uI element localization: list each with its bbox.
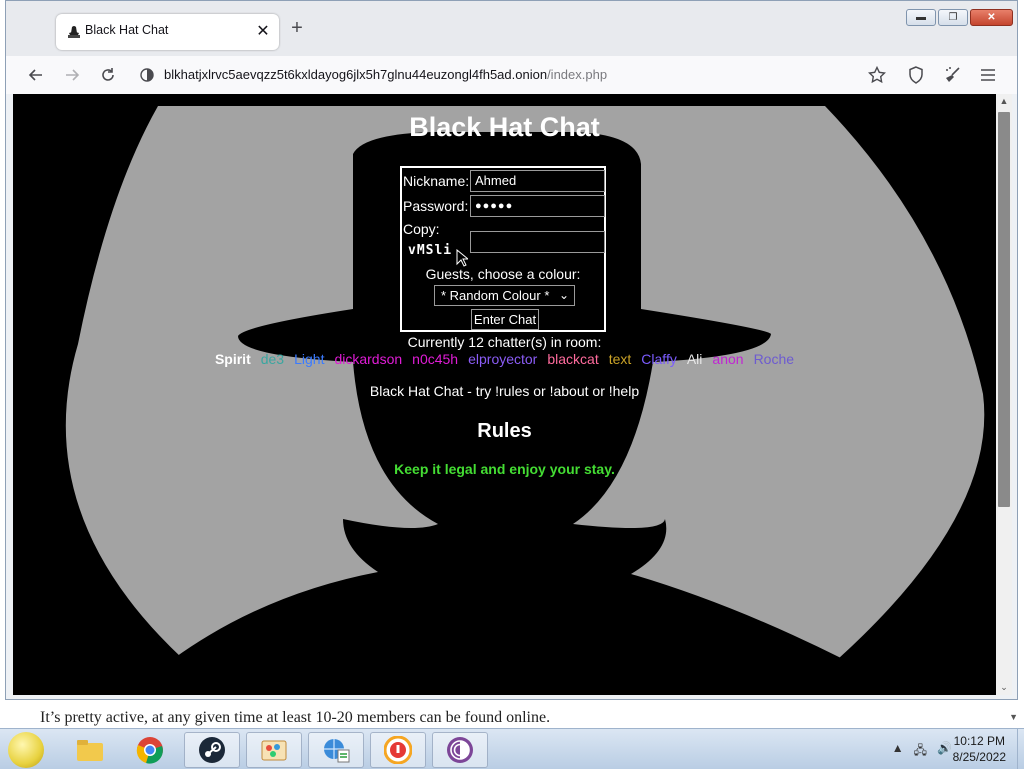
show-desktop-button[interactable] [1017,729,1024,769]
close-window-button[interactable]: ✕ [970,9,1013,26]
login-form: Nickname: Ahmed Password: ●●●●● Copy: vM… [400,166,606,332]
chatter-name: Light [294,351,325,367]
hat-icon [68,26,80,38]
system-clock[interactable]: 10:12 PM 8/25/2022 [953,733,1006,765]
nickname-input[interactable]: Ahmed [470,170,605,192]
chatter-name: elproyector [468,351,538,367]
bookmark-star-icon[interactable] [865,63,889,87]
reload-icon[interactable] [96,63,120,87]
colour-select-value: * Random Colour * [441,288,550,303]
chatter-name: Claffy [641,351,677,367]
chatters-list: Spirit de3 Light dickardson n0c45h elproyecto… [13,351,996,367]
chatter-name: Roche [753,351,795,367]
menu-hamburger-icon[interactable] [976,63,1000,87]
help-hint-text: Black Hat Chat - try !rules or !about or… [369,383,640,399]
chatter-name: Spirit [214,351,251,367]
close-tab-icon[interactable]: ✕ [253,21,273,41]
clock-time: 10:12 PM [953,734,1005,748]
copy-label: Copy: [403,221,440,237]
taskbar-tor-browser-icon[interactable] [432,732,488,768]
scroll-down-arrow-icon[interactable]: ▼ [1009,712,1018,722]
tab-black-hat-chat[interactable]: Black Hat Chat ✕ [56,14,279,50]
captcha-image-text: vMSli [408,243,453,258]
url-host: blkhatjxlrvc5aevqzz5t6kxldayog6jlx5h7gln… [164,67,548,82]
volume-icon[interactable]: 🔊 [937,741,952,762]
guest-colour-label: Guests, choose a colour: [425,266,581,282]
taskbar-vpn-icon[interactable] [370,732,426,768]
taskbar-paint-icon[interactable] [246,732,302,768]
rules-text: Keep it legal and enjoy your stay. [394,461,615,477]
title-bar: Black Hat Chat ✕ + ▬ ❐ ✕ [6,1,1017,56]
address-bar[interactable]: blkhatjxlrvc5aevqzz5t6kxldayog6jlx5h7gln… [164,62,884,88]
maximize-button[interactable]: ❐ [938,9,968,26]
password-label: Password: [403,198,469,214]
url-path: /index.php [547,67,608,82]
taskbar-network-icon[interactable] [308,732,364,768]
clock-date: 8/25/2022 [952,750,1006,764]
onion-icon[interactable] [140,68,154,82]
scroll-down-arrow-icon[interactable]: ⌄ [996,682,1012,693]
shield-icon[interactable] [904,63,928,87]
show-hidden-icons-icon[interactable]: ▲ [892,741,904,762]
page-content: Black Hat Chat Nickname: Ahmed Password:… [13,94,996,695]
chatter-name: de3 [260,351,285,367]
browser-window: Black Hat Chat ✕ + ▬ ❐ ✕ blkhatjxlrvc5ae… [5,0,1018,700]
new-identity-broom-icon[interactable] [940,63,964,87]
colour-select[interactable]: * Random Colour * ⌄ [434,285,575,306]
page-title: Black Hat Chat [409,112,600,142]
network-status-icon[interactable]: 🖧 [914,741,927,762]
tab-title: Black Hat Chat [85,23,169,37]
chatter-name: blackcat [547,351,599,367]
new-tab-button[interactable]: + [287,18,307,38]
start-button[interactable] [8,732,44,768]
chatter-name: text [608,351,632,367]
enter-chat-button[interactable]: Enter Chat [471,309,539,330]
password-input[interactable]: ●●●●● [470,195,605,217]
taskbar-explorer-icon[interactable] [62,732,118,768]
minimize-button[interactable]: ▬ [906,9,936,26]
chatter-name: n0c45h [412,351,459,367]
mouse-cursor-icon [456,249,468,267]
chevron-down-icon: ⌄ [558,288,569,302]
scrollbar-thumb[interactable] [998,112,1010,507]
back-icon[interactable] [24,63,48,87]
captcha-input[interactable] [470,231,605,253]
windows-taskbar: ▲ 🖧 🔊 10:12 PM 8/25/2022 [0,728,1024,769]
chatters-count-label: Currently 12 chatter(s) in room: [407,334,602,350]
chatter-name: Ali [686,351,703,367]
taskbar-steam-icon[interactable] [184,732,240,768]
chatter-name: anon [712,351,744,367]
nickname-label: Nickname: [403,173,470,189]
scroll-up-arrow-icon[interactable]: ▲ [996,96,1012,106]
system-tray: ▲ 🖧 🔊 [892,741,952,762]
taskbar-chrome-icon[interactable] [122,732,178,768]
article-caption-text: It’s pretty active, at any given time at… [40,709,551,726]
chatter-name: dickardson [334,351,403,367]
navigation-bar: blkhatjxlrvc5aevqzz5t6kxldayog6jlx5h7gln… [6,56,1017,94]
rules-heading: Rules [477,420,532,442]
vertical-scrollbar[interactable]: ▲ ⌄ [996,94,1012,695]
forward-icon[interactable] [60,63,84,87]
window-controls: ▬ ❐ ✕ [906,9,1013,26]
